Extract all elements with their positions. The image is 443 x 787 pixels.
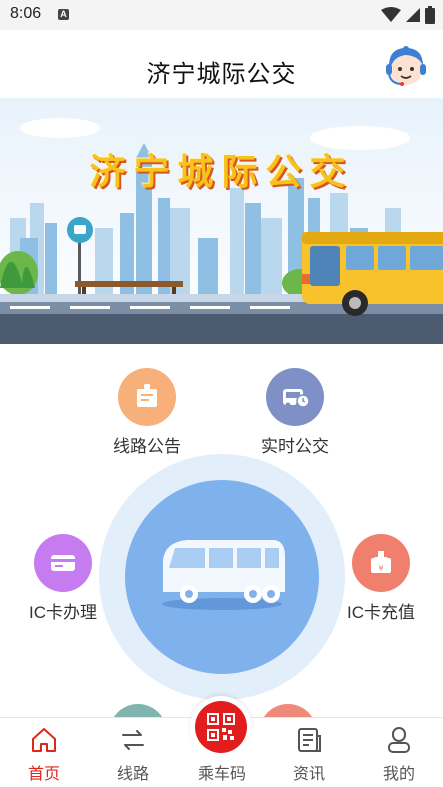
tab-news[interactable]: 资讯 (274, 726, 344, 784)
banner[interactable]: 济宁城际公交 (0, 98, 443, 344)
feature-panel: 线路公告 实时公交 IC卡办理 ¥ IC卡充值 (0, 344, 443, 717)
tab-home-label: 首页 (27, 766, 60, 783)
tab-routes-label: 线路 (116, 766, 149, 783)
ic-card-apply-label: IC卡办理 (29, 603, 97, 622)
bus-icon (162, 540, 285, 610)
app-header: 济宁城际公交 (0, 30, 443, 98)
home-icon (32, 728, 56, 752)
svg-text:¥: ¥ (378, 564, 383, 573)
banner-title: 济宁城际公交 (89, 151, 354, 192)
route-notice-label: 线路公告 (113, 437, 181, 456)
tab-mine-label: 我的 (382, 766, 415, 783)
swap-routes-icon (122, 730, 144, 750)
ic-card-recharge-label: IC卡充值 (347, 603, 415, 622)
signal-icon (406, 8, 420, 22)
route-notice-button[interactable]: 线路公告 (104, 368, 190, 457)
battery-icon (425, 6, 435, 24)
tab-routes[interactable]: 线路 (98, 726, 168, 784)
bottom-nav: 首页 线路 乘车码 资讯 我的 (0, 696, 443, 787)
ic-card-apply-button[interactable]: IC卡办理 (20, 534, 106, 623)
qr-code-icon (207, 713, 235, 741)
a-app-icon: A (58, 9, 69, 20)
realtime-bus-button[interactable]: 实时公交 (252, 368, 338, 457)
partial-feature-icon-left[interactable] (109, 704, 167, 717)
card-icon (34, 534, 92, 592)
bus-clock-icon (266, 368, 324, 426)
status-bar: 8:06 A (0, 0, 443, 30)
tab-home[interactable]: 首页 (9, 726, 79, 784)
notice-board-icon (118, 368, 176, 426)
yen-download-icon: ¥ (352, 534, 410, 592)
partial-feature-icon-right[interactable] (259, 704, 317, 717)
status-indicators (381, 6, 435, 24)
tab-mine[interactable]: 我的 (364, 726, 434, 784)
ride-code-button[interactable] (190, 696, 252, 758)
wifi-icon (381, 7, 401, 22)
page-title: 济宁城际公交 (146, 61, 297, 88)
status-time: 8:06 (10, 5, 42, 22)
news-icon (298, 728, 321, 752)
user-icon (388, 727, 410, 753)
customer-service-icon[interactable] (385, 44, 427, 88)
hub-bus-button[interactable] (125, 480, 319, 674)
banner-illustration (0, 98, 443, 344)
ic-card-recharge-button[interactable]: ¥ IC卡充值 (338, 534, 424, 623)
tab-news-label: 资讯 (292, 766, 325, 783)
realtime-bus-label: 实时公交 (261, 437, 329, 456)
ride-code-label: 乘车码 (197, 766, 246, 783)
